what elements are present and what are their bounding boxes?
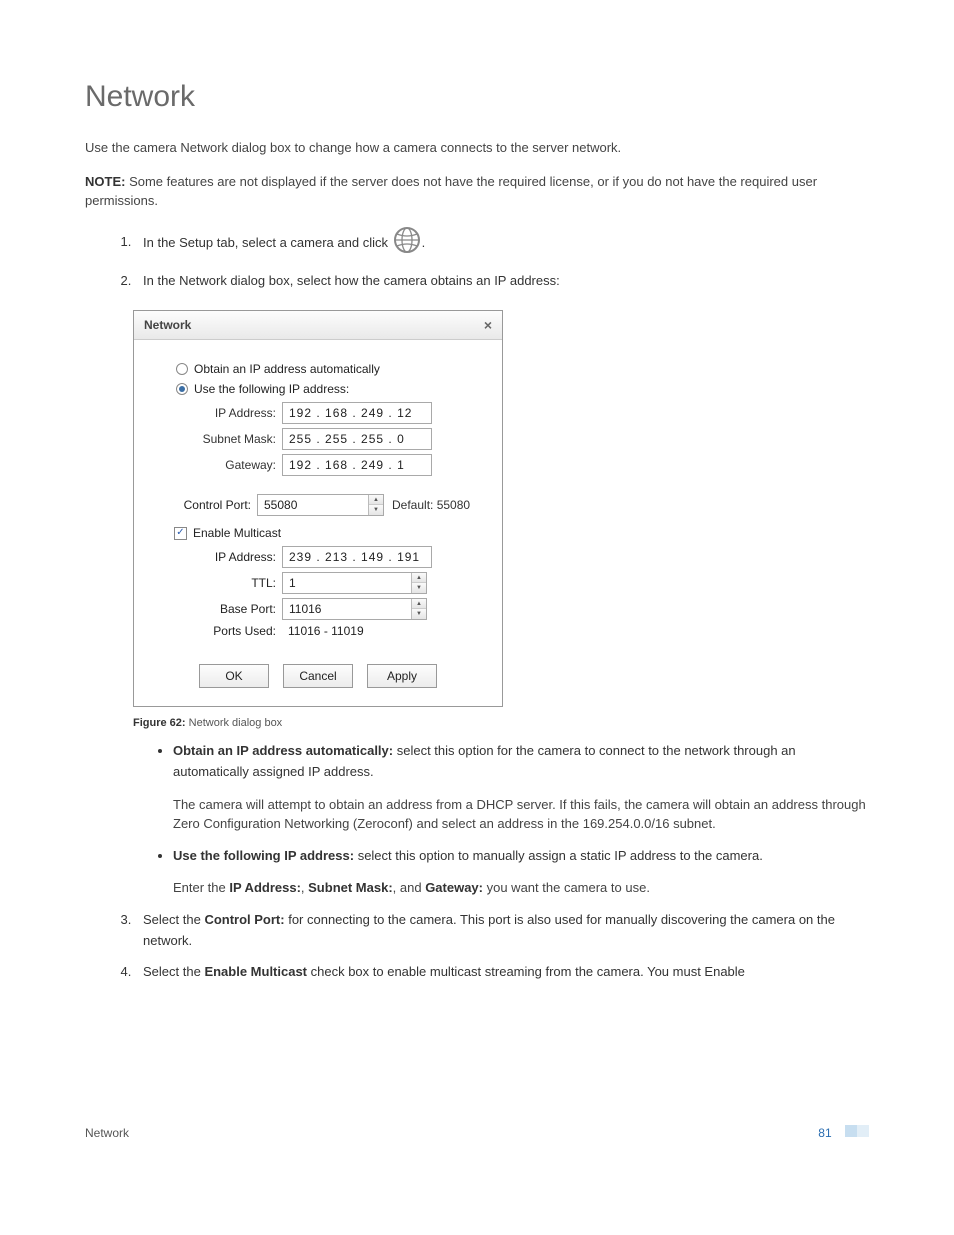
base-port-input[interactable]: 11016 ▲ ▼ — [282, 598, 427, 620]
spinner-down-icon[interactable]: ▼ — [412, 583, 426, 593]
note-paragraph: NOTE: Some features are not displayed if… — [85, 172, 869, 211]
mc-ip-input[interactable]: 239 . 213 . 149 . 191 — [282, 546, 432, 568]
spinner-up-icon[interactable]: ▲ — [412, 573, 426, 583]
radio-static-label: Use the following IP address: — [194, 382, 349, 396]
subnet-mask-label: Subnet Mask: — [190, 432, 282, 446]
dialog-figure: Network × Obtain an IP address automatic… — [133, 310, 869, 707]
radio-auto-row[interactable]: Obtain an IP address automatically — [176, 362, 486, 376]
spinner-down-icon[interactable]: ▼ — [412, 609, 426, 619]
step-1-post: . — [422, 234, 426, 249]
base-port-label: Base Port: — [190, 602, 282, 616]
apply-button[interactable]: Apply — [367, 664, 437, 688]
ttl-value: 1 — [283, 576, 411, 590]
network-globe-icon — [392, 225, 422, 262]
step4-strong: Enable Multicast — [204, 964, 307, 979]
figure-caption-text: Network dialog box — [186, 717, 283, 729]
bullet-auto-para: The camera will attempt to obtain an add… — [173, 795, 869, 834]
b2-gateway: Gateway: — [425, 880, 483, 895]
subnet-mask-input[interactable]: 255 . 255 . 255 . 0 — [282, 428, 432, 450]
spinner-up-icon[interactable]: ▲ — [369, 495, 383, 505]
radio-checked-icon — [176, 383, 188, 395]
footer-decoration-icon — [845, 1125, 869, 1137]
ports-used-label: Ports Used: — [190, 624, 282, 638]
step-3: Select the Control Port: for connecting … — [135, 910, 869, 952]
b2-pre: Enter the — [173, 880, 229, 895]
step4-pre: Select the — [143, 964, 204, 979]
gateway-input[interactable]: 192 . 168 . 249 . 1 — [282, 454, 432, 476]
network-dialog: Network × Obtain an IP address automatic… — [133, 310, 503, 707]
bullet-static-strong: Use the following IP address: — [173, 848, 354, 863]
ip-address-label: IP Address: — [190, 406, 282, 420]
radio-unchecked-icon — [176, 363, 188, 375]
ok-button[interactable]: OK — [199, 664, 269, 688]
ip-address-input[interactable]: 192 . 168 . 249 . 12 — [282, 402, 432, 424]
base-port-value: 11016 — [283, 602, 411, 616]
page-title: Network — [85, 80, 869, 114]
enable-multicast-checkbox[interactable]: ✓ — [174, 527, 187, 540]
page-footer: Network 81 — [85, 1125, 869, 1140]
gateway-label: Gateway: — [190, 458, 282, 472]
step-1-pre: In the Setup tab, select a camera and cl… — [143, 234, 392, 249]
radio-auto-label: Obtain an IP address automatically — [194, 362, 380, 376]
step3-strong: Control Port: — [204, 912, 284, 927]
bullet-auto: Obtain an IP address automatically: sele… — [173, 741, 869, 834]
b2-sep2: , and — [393, 880, 426, 895]
ports-used-value: 11016 - 11019 — [282, 624, 364, 638]
bullet-auto-strong: Obtain an IP address automatically: — [173, 743, 393, 758]
figure-caption-label: Figure 62: — [133, 717, 186, 729]
footer-page-number: 81 — [818, 1126, 831, 1140]
note-text: Some features are not displayed if the s… — [85, 174, 817, 209]
step-2: In the Network dialog box, select how th… — [135, 271, 869, 292]
spinner-down-icon[interactable]: ▼ — [369, 505, 383, 515]
enable-multicast-label: Enable Multicast — [193, 526, 281, 540]
mc-ip-label: IP Address: — [190, 550, 282, 564]
step-4: Select the Enable Multicast check box to… — [135, 962, 869, 983]
figure-caption: Figure 62: Network dialog box — [133, 717, 869, 729]
cancel-button[interactable]: Cancel — [283, 664, 353, 688]
footer-section: Network — [85, 1126, 129, 1140]
ttl-label: TTL: — [190, 576, 282, 590]
bullet-static-para: Enter the IP Address:, Subnet Mask:, and… — [173, 878, 869, 898]
intro-paragraph: Use the camera Network dialog box to cha… — [85, 138, 869, 158]
bullet-static: Use the following IP address: select thi… — [173, 846, 869, 898]
b2-ip: IP Address: — [229, 880, 301, 895]
dialog-title: Network — [144, 318, 191, 332]
dialog-titlebar: Network × — [134, 311, 502, 340]
b2-subnet: Subnet Mask: — [308, 880, 393, 895]
control-port-default: Default: 55080 — [392, 498, 470, 512]
step3-pre: Select the — [143, 912, 204, 927]
step4-post: check box to enable multicast streaming … — [307, 964, 745, 979]
step-1: In the Setup tab, select a camera and cl… — [135, 225, 869, 262]
control-port-input[interactable]: 55080 ▲ ▼ — [257, 494, 384, 516]
spinner-up-icon[interactable]: ▲ — [412, 599, 426, 609]
close-icon[interactable]: × — [484, 317, 492, 333]
note-label: NOTE: — [85, 174, 125, 189]
ttl-input[interactable]: 1 ▲ ▼ — [282, 572, 427, 594]
bullet-static-text: select this option to manually assign a … — [354, 848, 763, 863]
radio-static-row[interactable]: Use the following IP address: — [176, 382, 486, 396]
check-icon: ✓ — [176, 528, 184, 538]
control-port-label: Control Port: — [162, 498, 257, 512]
control-port-value: 55080 — [258, 498, 368, 512]
b2-post: you want the camera to use. — [483, 880, 650, 895]
